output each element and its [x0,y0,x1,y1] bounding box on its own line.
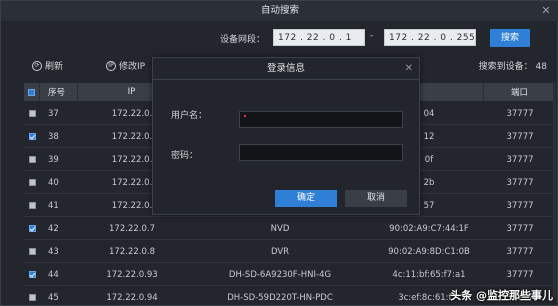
unchecked-checkbox-icon [28,202,36,209]
username-field[interactable] [239,111,403,128]
username-label: 用户名： [171,111,208,121]
segment-label: 设备网段： [220,35,266,45]
cancel-button[interactable]: 取消 [345,190,407,207]
table-row[interactable]: 42 172.22.0.7 NVD 90:02:A9:C7:44:1F 37777 [24,218,556,240]
dialog-close-icon[interactable]: ✕ [405,58,413,80]
row-checkbox[interactable] [24,218,40,239]
row-ip: 172.22.0.93 [106,269,158,280]
row-type: DH-SD-6A9230F-HNI-4G [228,269,332,280]
search-button[interactable]: 搜索 [490,29,530,47]
row-port: 37777 [506,177,534,188]
row-checkbox[interactable] [24,195,40,216]
row-type: DH-SD-59D220T-HN-PDC [227,292,333,303]
segment-row: 设备网段： 172 . 22 . 0 . 1 - 172 . 22 . 0 . … [1,29,558,49]
start-ip-input[interactable]: 172 . 22 . 0 . 1 [273,29,365,46]
refresh-label: 刷新 [45,62,64,72]
row-port: 37777 [506,246,534,257]
password-field[interactable] [239,144,403,161]
checked-checkbox-icon [28,271,36,278]
checked-checkbox-icon [28,133,36,140]
row-type: NVD [270,223,290,234]
row-checkbox[interactable] [24,172,40,193]
ok-button[interactable]: 确定 [275,190,337,207]
row-no: 39 [48,154,59,165]
row-port: 37777 [506,223,534,234]
login-dialog: 登录信息 ✕ 用户名： 密码： 确定 取消 [152,57,420,215]
row-ip: 172.22.0.8 [109,246,155,257]
refresh-button[interactable]: ⟳ 刷新 [32,59,63,72]
row-checkbox[interactable] [24,264,40,285]
auto-search-window: 自动搜索 ✕ 设备网段： 172 . 22 . 0 . 1 - 172 . 22… [0,0,558,306]
select-all-checkbox[interactable] [24,83,40,101]
row-no: 37 [48,108,59,119]
unchecked-checkbox-icon [28,179,36,186]
row-port: 37777 [506,108,534,119]
row-no: 45 [48,292,59,303]
table-row[interactable]: 43 172.22.0.8 DVR 90:02:A9:8D:C1:0B 37777 [24,241,556,263]
row-port: 37777 [506,131,534,142]
found-count: 搜索到设备： 48 [478,62,547,72]
unchecked-checkbox-icon [28,248,36,255]
row-no: 44 [48,269,59,280]
row-ip: 172.22.0.94 [106,292,158,303]
row-checkbox[interactable] [24,149,40,170]
dialog-title: 登录信息 [153,58,419,80]
row-checkbox[interactable] [24,287,40,306]
modify-ip-label: 修改IP [119,62,146,72]
table-row[interactable]: 44 172.22.0.93 DH-SD-6A9230F-HNI-4G 4c:11:b… [24,264,556,286]
unchecked-checkbox-icon [28,156,36,163]
row-ip: 172.22.0.7 [109,223,155,234]
password-label: 密码： [171,151,199,161]
row-checkbox[interactable] [24,126,40,147]
end-ip-input[interactable]: 172 . 22 . 0 . 255 [384,29,476,46]
row-mac: 90:02:A9:8D:C1:0B [388,246,470,257]
row-mac: 4c:11:bf:65:f7:a1 [392,269,466,280]
checked-checkbox-icon [28,225,36,232]
refresh-icon: ⟳ [32,60,42,71]
caret-marker [244,115,246,117]
row-port: 37777 [506,269,534,280]
row-no: 43 [48,246,59,257]
row-port: 37777 [506,154,534,165]
header-port[interactable]: 端口 [484,83,556,101]
row-no: 40 [48,177,59,188]
row-checkbox[interactable] [24,241,40,262]
window-title: 自动搜索 [260,5,299,16]
unchecked-checkbox-icon [28,110,36,117]
window-titlebar: 自动搜索 ✕ [1,1,558,21]
header-no[interactable]: 序号 [40,83,78,101]
watermark: 头条 @监控那些事儿 [450,289,553,302]
ip-range-dash: - [370,31,374,41]
row-no: 41 [48,200,59,211]
row-port: 37777 [506,200,534,211]
ip-icon: IP [106,60,116,71]
row-checkbox[interactable] [24,103,40,124]
row-no: 38 [48,131,59,142]
modify-ip-button[interactable]: IP 修改IP [106,59,145,72]
row-no: 42 [48,223,59,234]
scrollbar[interactable] [553,83,556,298]
close-icon[interactable]: ✕ [539,1,553,21]
row-type: DVR [270,246,290,257]
row-mac: 90:02:A9:C7:44:1F [389,223,469,234]
unchecked-checkbox-icon [28,294,36,301]
